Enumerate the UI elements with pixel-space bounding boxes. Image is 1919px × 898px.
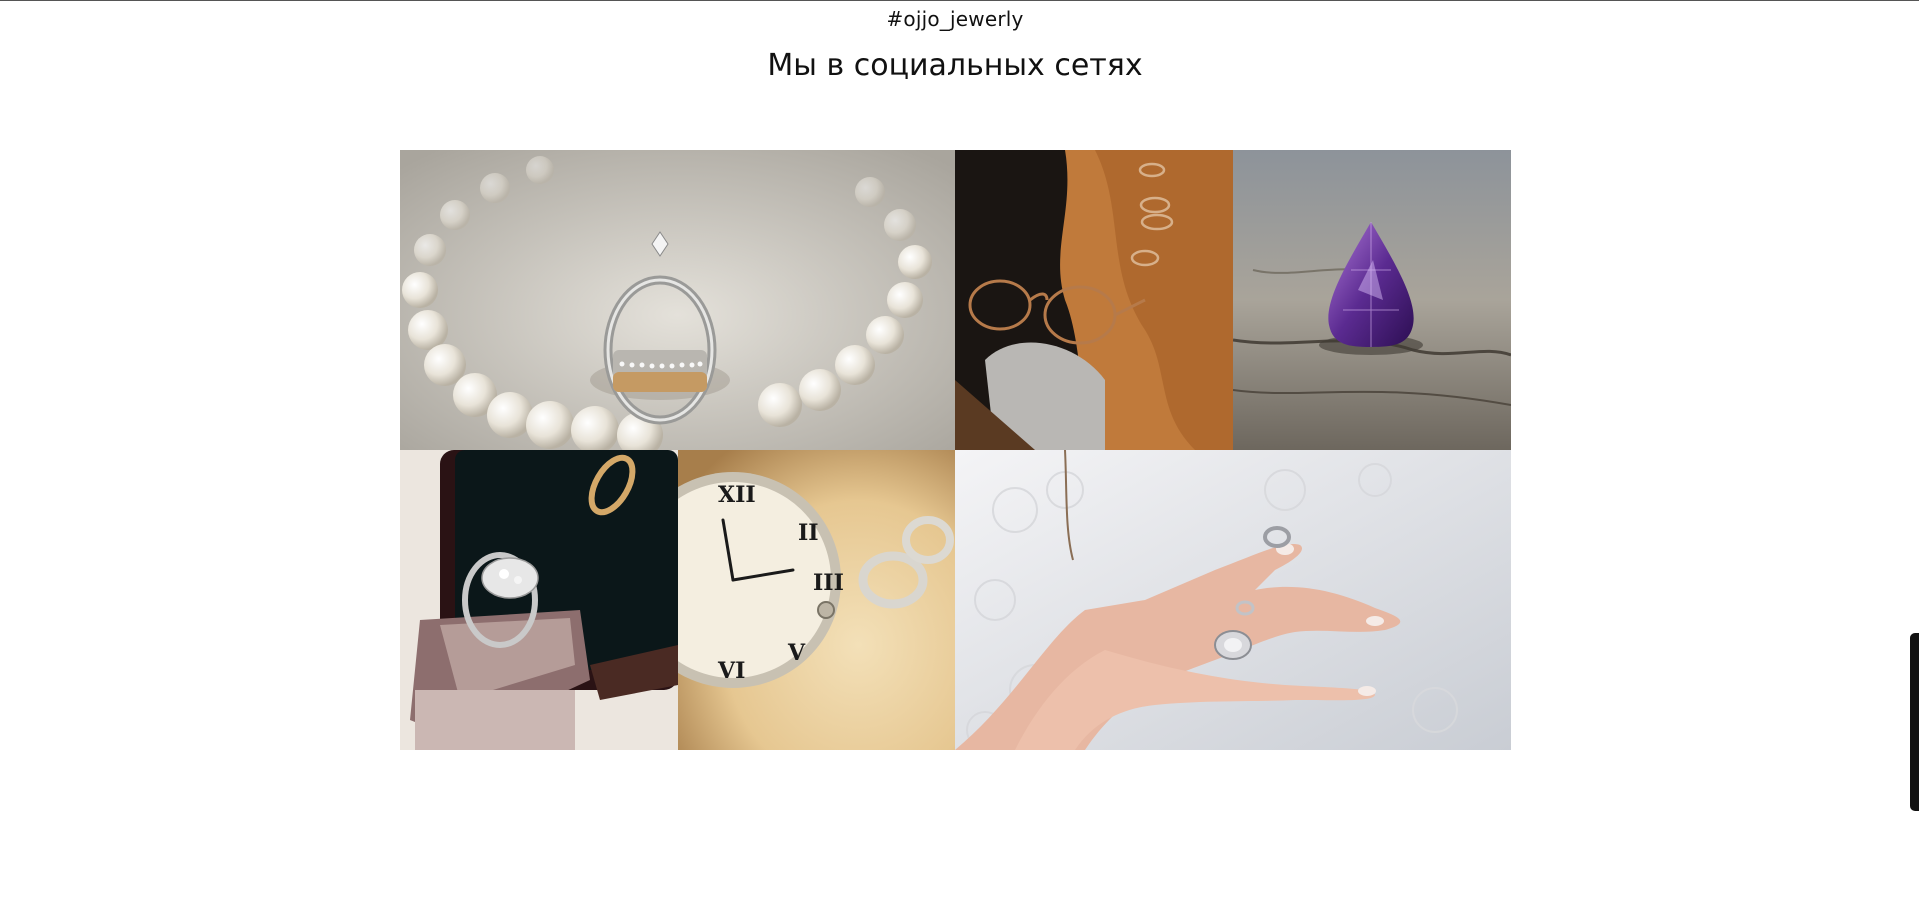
- watch-bands-photo: XII II III V VI: [678, 450, 955, 750]
- hashtag-link[interactable]: #ojjo_jewerly: [0, 7, 1910, 31]
- scrollbar-thumb[interactable]: [1910, 633, 1919, 811]
- gallery-image-bride-hands[interactable]: [955, 450, 1511, 750]
- gallery-image-rings-pearls[interactable]: [400, 150, 955, 450]
- svg-text:II: II: [798, 520, 819, 546]
- gallery-image-glasses-fabric[interactable]: [955, 150, 1233, 450]
- instagram-gallery: XII II III V VI: [400, 150, 1511, 750]
- gallery-image-amethyst[interactable]: [1233, 150, 1511, 450]
- svg-text:III: III: [813, 570, 844, 596]
- gallery-image-ring-box[interactable]: [400, 450, 678, 750]
- svg-text:V: V: [787, 640, 806, 666]
- bride-hands-photo: [955, 450, 1511, 750]
- top-divider: [0, 0, 1919, 1]
- svg-text:VI: VI: [717, 658, 745, 684]
- amethyst-photo: [1233, 150, 1511, 450]
- social-section-page: #ojjo_jewerly Мы в социальных сетях XII …: [0, 0, 1919, 898]
- gallery-image-watch-bands[interactable]: XII II III V VI: [678, 450, 955, 750]
- rings-pearls-photo: [400, 150, 955, 450]
- svg-text:XII: XII: [718, 482, 756, 508]
- section-title: Мы в социальных сетях: [767, 48, 1143, 83]
- ring-box-photo: [400, 450, 678, 750]
- glasses-fabric-photo: [955, 150, 1233, 450]
